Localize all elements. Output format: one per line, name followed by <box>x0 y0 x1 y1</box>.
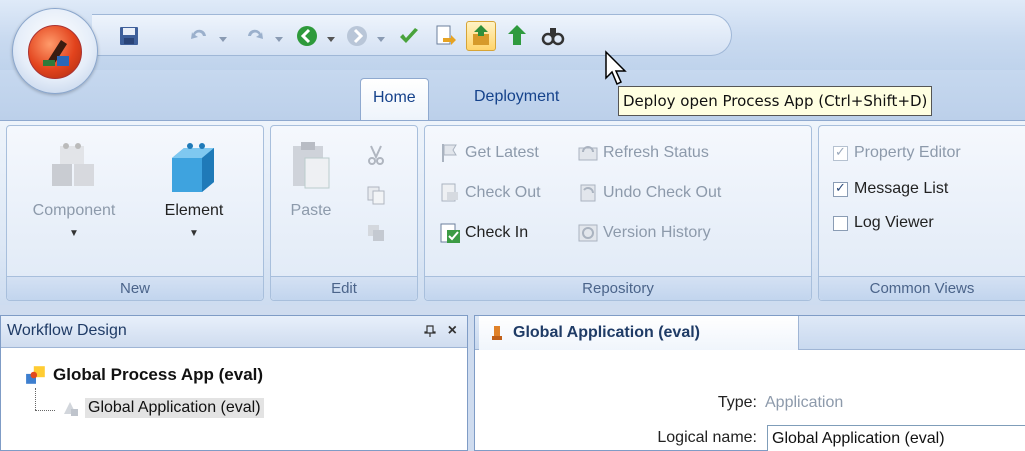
tab-deployment[interactable]: Deployment <box>462 78 571 120</box>
forward-icon[interactable] <box>342 21 372 51</box>
log-viewer-check-icon <box>833 215 848 231</box>
check-in-label: Check In <box>465 224 529 241</box>
duplicate-icon <box>368 225 384 241</box>
message-list-checkbox[interactable]: Message List <box>833 174 948 204</box>
component-label: Component <box>32 202 116 219</box>
tree-root-process-app[interactable]: Global Process App (eval) <box>25 364 263 386</box>
back-dropdown-icon[interactable] <box>326 31 336 42</box>
logical-name-label: Logical name: <box>657 429 757 446</box>
deploy-icon[interactable] <box>466 21 496 51</box>
deploy-tooltip: Deploy open Process App (Ctrl+Shift+D) <box>618 86 933 116</box>
get-latest-label: Get Latest <box>465 144 539 161</box>
check-out-button[interactable]: Check Out <box>439 178 541 208</box>
version-history-label: Version History <box>603 224 711 241</box>
ribbon-group-repository: Get Latest Refresh Status Check Out Undo… <box>424 125 812 301</box>
ribbon: Component ▼ Element ▼ New Paste Edit Get… <box>0 120 1025 305</box>
property-editor-label: Property Editor <box>854 144 961 161</box>
document-tab-title: Global Application (eval) <box>513 324 700 341</box>
ribbon-group-edit: Paste Edit <box>270 125 418 301</box>
workflow-design-pane: Workflow Design × Global Process App (ev… <box>0 315 468 451</box>
paste-button[interactable]: Paste <box>281 132 341 220</box>
refresh-status-button[interactable]: Refresh Status <box>577 138 709 168</box>
ribbon-group-new: Component ▼ Element ▼ New <box>6 125 264 301</box>
log-viewer-label: Log Viewer <box>854 214 934 231</box>
check-in-button[interactable]: Check In <box>439 218 528 248</box>
logical-name-input[interactable] <box>767 425 1025 451</box>
export-icon[interactable] <box>430 21 460 51</box>
get-latest-button[interactable]: Get Latest <box>439 138 539 168</box>
cut-button[interactable] <box>365 140 391 170</box>
workflow-design-header: Workflow Design × <box>1 316 467 348</box>
application-menu-button[interactable] <box>12 8 98 94</box>
type-label: Type: <box>717 394 757 411</box>
close-icon[interactable]: × <box>448 316 457 346</box>
paste-icon <box>283 138 339 194</box>
tree-root-label: Global Process App (eval) <box>53 365 264 384</box>
element-dropdown-icon: ▼ <box>189 228 199 239</box>
refresh-icon <box>578 146 598 161</box>
element-label: Element <box>164 202 224 219</box>
redo-icon[interactable] <box>240 21 270 51</box>
undo-check-out-button[interactable]: Undo Check Out <box>577 178 721 208</box>
deploy-all-icon[interactable] <box>502 21 532 51</box>
component-button[interactable]: Component ▼ <box>15 132 133 239</box>
application-icon <box>64 402 78 416</box>
component-icon <box>46 138 102 194</box>
group-label-edit: Edit <box>271 276 417 300</box>
message-list-label: Message List <box>854 180 949 197</box>
document-tab-global-application[interactable]: Global Application (eval) <box>479 316 799 350</box>
group-label-new: New <box>7 276 263 300</box>
version-history-icon <box>578 224 598 242</box>
check-in-icon <box>440 223 460 243</box>
check-out-icon <box>441 183 458 202</box>
refresh-status-label: Refresh Status <box>603 144 709 161</box>
property-editor-check-icon <box>833 144 848 161</box>
forward-dropdown-icon[interactable] <box>376 31 386 42</box>
process-app-icon <box>26 366 45 384</box>
group-label-common-views: Common Views <box>819 276 1025 300</box>
element-icon <box>166 138 222 194</box>
find-icon[interactable] <box>538 21 568 51</box>
workspace: Workflow Design × Global Process App (ev… <box>0 305 1025 451</box>
tree-connector-line <box>35 410 55 411</box>
group-label-repository: Repository <box>425 276 811 300</box>
copy-button[interactable] <box>365 180 391 210</box>
undo-check-out-icon <box>580 184 596 202</box>
type-value: Application <box>765 394 844 411</box>
tree-item-label: Global Application (eval) <box>85 398 264 418</box>
property-editor-checkbox[interactable]: Property Editor <box>833 138 961 168</box>
check-out-label: Check Out <box>465 184 541 201</box>
copy-icon <box>367 186 385 205</box>
mouse-cursor-icon <box>605 50 627 86</box>
validate-icon[interactable] <box>394 21 424 51</box>
title-bar <box>0 0 1025 70</box>
message-list-check-icon <box>833 180 848 197</box>
back-icon[interactable] <box>292 21 322 51</box>
app-logo-icon <box>28 25 82 79</box>
version-history-button[interactable]: Version History <box>577 218 711 248</box>
tree-item-global-application[interactable]: Global Application (eval) <box>61 398 264 418</box>
document-tab-icon <box>492 326 502 340</box>
pin-icon[interactable] <box>423 316 437 349</box>
flag-icon <box>442 144 457 162</box>
paste-label: Paste <box>290 202 332 219</box>
tree-connector-line <box>35 388 36 410</box>
redo-dropdown-icon[interactable] <box>274 31 284 42</box>
undo-dropdown-icon[interactable] <box>218 31 228 42</box>
tab-home[interactable]: Home <box>360 78 429 120</box>
quick-access-toolbar <box>92 14 732 56</box>
save-icon[interactable] <box>114 21 144 51</box>
workflow-design-title: Workflow Design <box>7 322 127 339</box>
log-viewer-checkbox[interactable]: Log Viewer <box>833 208 934 238</box>
undo-icon[interactable] <box>184 21 214 51</box>
undo-check-out-label: Undo Check Out <box>603 184 722 201</box>
component-dropdown-icon: ▼ <box>69 228 79 239</box>
document-area: Global Application (eval) Type: Applicat… <box>474 315 1025 451</box>
element-button[interactable]: Element ▼ <box>139 132 249 239</box>
ribbon-group-common-views: Property Editor Message List Log Viewer … <box>818 125 1025 301</box>
format-painter-button[interactable] <box>365 218 391 248</box>
cut-icon <box>368 145 384 165</box>
